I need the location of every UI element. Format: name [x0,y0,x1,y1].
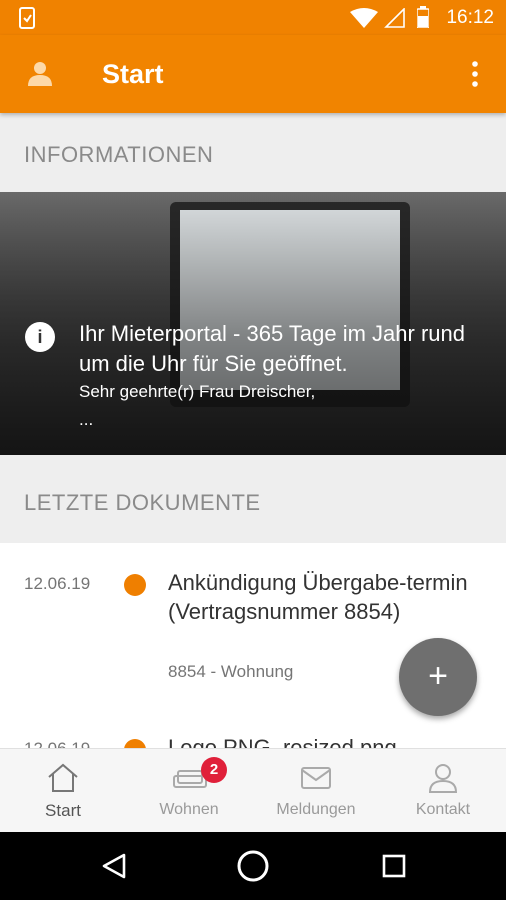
notification-badge: 2 [201,757,227,783]
back-icon[interactable] [100,852,128,880]
info-icon: i [25,322,55,352]
page-title: Start [102,59,164,89]
nav-label: Kontakt [415,801,471,818]
nav-item-meldungen[interactable]: Meldungen [253,749,379,833]
recents-icon[interactable] [382,854,406,878]
battery-icon [417,6,429,28]
nav-label: Wohnen [159,801,219,818]
unread-dot [124,739,146,748]
info-banner[interactable]: Ihr Mieterportal - 365 Tage im Jahr rund… [0,192,506,455]
section-title-informationen: INFORMATIONEN [24,142,214,167]
document-title: Ankündigung Übergabe-termin (Vertragsnum… [168,570,468,624]
nav-item-wohnen[interactable]: 2 Wohnen [126,749,252,833]
phone-notification-icon [19,7,35,29]
more-vert-icon[interactable] [470,60,480,88]
bottom-nav: Start 2 Wohnen Meldungen Kontakt [0,748,506,832]
document-date: 12.06.19 [24,739,90,748]
section-title-documents: LETZTE DOKUMENTE [24,490,261,515]
home-circle-icon[interactable] [236,849,270,883]
nav-label: Meldungen [276,801,356,818]
banner-headline: Ihr Mieterportal - 365 Tage im Jahr rund… [79,321,465,376]
status-time: 16:12 [446,7,494,28]
mail-icon [301,767,331,789]
person-icon[interactable] [27,60,53,86]
document-date: 12.06.19 [24,574,91,593]
home-icon [48,763,78,792]
nav-item-kontakt[interactable]: Kontakt [380,749,506,833]
nav-label: Start [45,801,81,820]
add-button[interactable]: + [399,638,477,716]
document-subtitle: 8854 - Wohnung [168,662,294,681]
unread-dot [124,574,146,596]
nav-item-start[interactable]: Start [0,749,126,833]
app-bar: Start [0,35,506,113]
document-title: Logo PNG_resized.png [168,735,397,748]
cell-signal-icon [384,8,405,28]
wifi-icon [350,8,378,28]
person-icon [428,764,458,793]
status-bar: 16:12 [0,0,506,35]
banner-subtitle: Sehr geehrte(r) Frau Dreischer, [79,382,316,401]
system-nav-bar [0,832,506,900]
banner-ellipsis: ... [79,410,94,429]
